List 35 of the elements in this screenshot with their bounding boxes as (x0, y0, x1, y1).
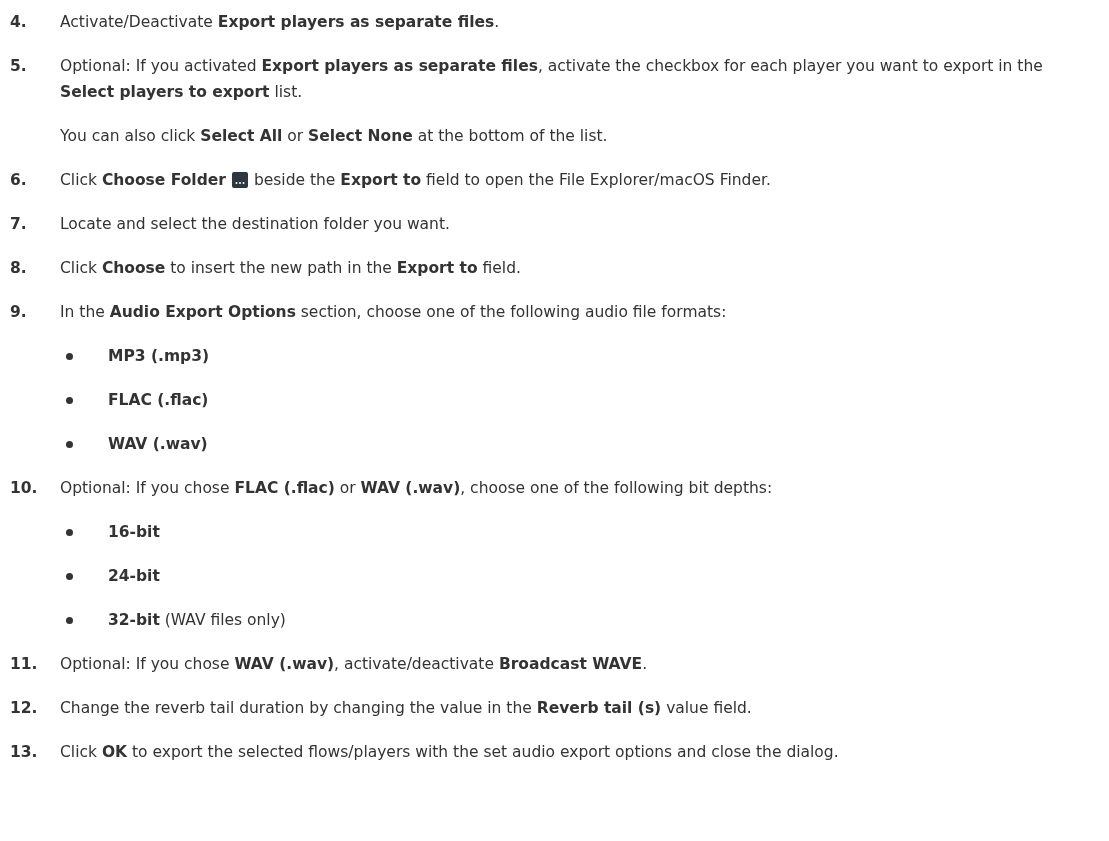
step-number: 8. (10, 258, 28, 279)
step-text: Change the reverb tail duration by changing the value in the Reverb tail (s) value field. (60, 698, 753, 719)
bullet-icon (66, 616, 73, 624)
bullet-text: WAV (.wav) (108, 434, 208, 455)
bullet-text: 32-bit (WAV files only) (108, 610, 286, 631)
step-text: Click Choose Folder (60, 170, 226, 191)
step-number: 4. (10, 12, 28, 33)
bullet-icon (66, 396, 73, 404)
step-text: Activate/Deactivate Export players as separate files. (60, 12, 501, 33)
step-number: 11. (10, 654, 39, 675)
step-number: 6. (10, 170, 28, 191)
step-number: 7. (10, 214, 28, 235)
step-number: 9. (10, 302, 28, 323)
step-text: Locate and select the destination folder you want. (60, 214, 451, 235)
step-text: Click OK to export the selected flows/players with the set audio export options and close the dialog. (60, 742, 840, 763)
step-text: beside the Export to field to open the File Explorer/macOS Finder. (253, 170, 771, 191)
step-text: Optional: If you chose FLAC (.flac) or WAV (.wav), choose one of the following bit depths: (60, 478, 774, 499)
bullet-icon (66, 352, 73, 360)
bullet-text: 24-bit (108, 566, 160, 587)
step-number: 5. (10, 56, 28, 77)
step-number: 10. (10, 478, 39, 499)
step-number: 12. (10, 698, 39, 719)
step-text: Optional: If you chose WAV (.wav), activate/deactivate Broadcast WAVE. (60, 654, 649, 675)
ellipsis-icon (231, 172, 248, 188)
bullet-icon (66, 572, 73, 580)
step-number: 13. (10, 742, 39, 763)
step-text: In the Audio Export Options section, choose one of the following audio file formats: (60, 302, 728, 323)
step-text: Optional: If you activated Export players as separate files, activate the checkbox for each player you want to export in the Select players to export list. (60, 56, 1044, 103)
bullet-text: 16-bit (108, 522, 160, 543)
step-text: Click Choose to insert the new path in the Export to field. (60, 258, 522, 279)
bullet-icon (66, 440, 73, 448)
bullet-text: MP3 (.mp3) (108, 346, 210, 367)
bullet-icon (66, 528, 73, 536)
step-note: You can also click Select All or Select None at the bottom of the list. (60, 126, 609, 147)
bullet-text: FLAC (.flac) (108, 390, 209, 411)
